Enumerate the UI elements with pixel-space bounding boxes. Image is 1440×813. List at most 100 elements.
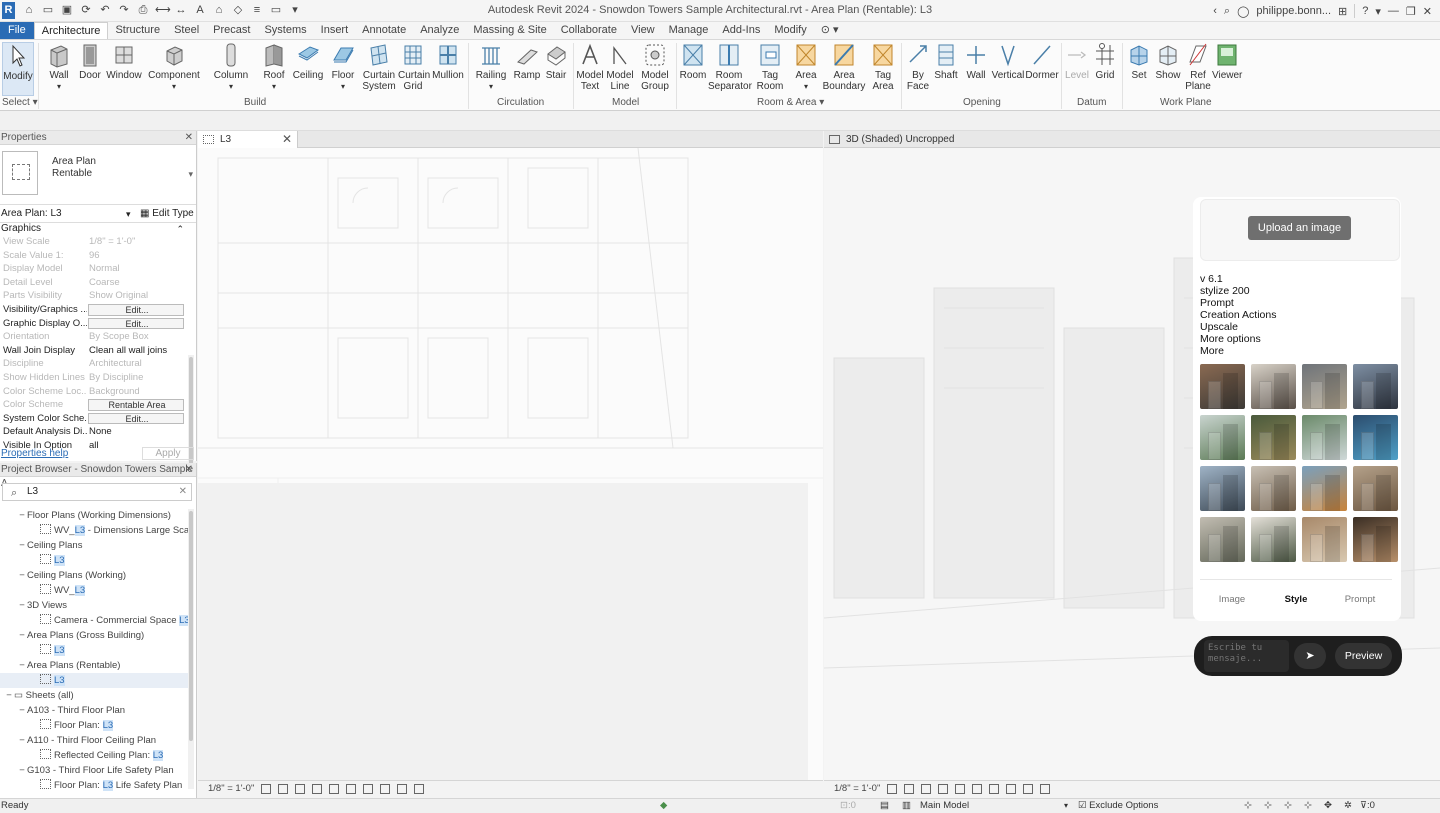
option-item[interactable]: Upscale	[1200, 321, 1276, 333]
view-scale[interactable]: 1/8" = 1'-0"	[834, 781, 880, 798]
collapse-toggle-icon[interactable]: −	[17, 568, 27, 583]
browser-view-item[interactable]: L3	[0, 643, 188, 658]
plan-view-canvas[interactable]	[198, 148, 823, 780]
chevron-down-icon[interactable]: ▾	[1064, 799, 1068, 813]
collapse-toggle-icon[interactable]: −	[17, 628, 27, 643]
tab-3d-shaded[interactable]: 3D (Shaded) Uncropped	[824, 131, 984, 148]
filter-icon[interactable]: ⊽:0	[1360, 799, 1375, 813]
switch-windows-icon[interactable]: ▭	[269, 3, 283, 17]
apply-button[interactable]: Apply	[142, 447, 194, 460]
design-options-icon[interactable]: ▤	[880, 799, 889, 813]
exclude-options-checkbox[interactable]: ☑ Exclude Options	[1078, 799, 1158, 813]
option-item[interactable]: stylize 200	[1200, 285, 1276, 297]
tab-l3[interactable]: L3 ✕	[198, 131, 298, 148]
shadows-icon[interactable]	[312, 784, 323, 794]
ramp-button[interactable]: Ramp	[512, 42, 542, 81]
save-icon[interactable]: ▣	[60, 3, 74, 17]
option-item[interactable]: Creation Actions	[1200, 309, 1276, 321]
property-edit-button[interactable]: Rentable Area	[88, 399, 184, 411]
browser-view-item[interactable]: L3	[0, 553, 188, 568]
collapse-toggle-icon[interactable]: −	[4, 688, 14, 703]
upload-image-button[interactable]: Upload an image	[1248, 216, 1351, 240]
crop-view-icon[interactable]	[329, 784, 340, 794]
close-button[interactable]: ✕	[1423, 5, 1432, 18]
style-thumbnail[interactable]	[1200, 364, 1245, 409]
collapse-toggle-icon[interactable]: −	[17, 733, 27, 748]
property-edit-button[interactable]: Edit...	[88, 412, 184, 425]
browser-search-input[interactable]: ⌕ L3 ✕	[2, 483, 192, 501]
style-thumbnail[interactable]	[1353, 466, 1398, 511]
area-boundary-button[interactable]: Area Boundary	[822, 42, 866, 92]
sun-path-icon[interactable]	[295, 784, 306, 794]
model-group-button[interactable]: Model Group	[638, 42, 672, 92]
dormer-button[interactable]: Dormer	[1024, 42, 1060, 81]
shaft-button[interactable]: Shaft	[932, 42, 960, 81]
option-item[interactable]: v 6.1	[1200, 273, 1276, 285]
browser-group-item[interactable]: − Area Plans (Gross Building)	[0, 628, 188, 643]
properties-help-link[interactable]: Properties help	[1, 447, 68, 461]
temporary-hide-icon[interactable]	[1023, 784, 1034, 794]
option-item[interactable]: More	[1200, 345, 1276, 357]
select-by-face-icon[interactable]: ⊹	[1304, 799, 1312, 813]
graphics-group-header[interactable]: Graphics ⌃	[0, 223, 196, 235]
collapse-toggle-icon[interactable]: −	[17, 598, 27, 613]
set-button[interactable]: Set	[1125, 42, 1153, 81]
view-scale[interactable]: 1/8" = 1'-0"	[208, 781, 254, 798]
room-button[interactable]: Room	[678, 42, 708, 81]
select-pinned-icon[interactable]: ⊹	[1284, 799, 1292, 813]
ribbon-tab-insert[interactable]: Insert	[314, 22, 356, 39]
option-item[interactable]: More options	[1200, 333, 1276, 345]
undo-icon[interactable]: ↶	[98, 3, 112, 17]
show-button[interactable]: Show	[1154, 42, 1182, 81]
wall-button[interactable]: Wall ▾	[44, 42, 74, 92]
chevron-down-icon[interactable]: ▾	[188, 169, 193, 180]
ribbon-tab-massing-site[interactable]: Massing & Site	[466, 22, 553, 39]
ribbon-tab-view[interactable]: View	[624, 22, 662, 39]
modify-button[interactable]: Modify	[2, 42, 34, 96]
ref-plane-button[interactable]: Ref Plane	[1184, 42, 1212, 92]
help-icon[interactable]: ?	[1362, 5, 1368, 17]
edit-type-button[interactable]: ▦ Edit Type	[140, 205, 194, 223]
collapse-toggle-icon[interactable]: −	[17, 538, 27, 553]
browser-scrollbar[interactable]	[188, 509, 194, 789]
property-value[interactable]: Clean all wall joins	[87, 344, 196, 358]
minimize-button[interactable]: —	[1388, 5, 1399, 17]
style-thumbnail[interactable]	[1251, 517, 1296, 562]
user-name[interactable]: philippe.bonn...	[1256, 5, 1331, 17]
browser-view-item[interactable]: L3	[0, 673, 188, 688]
drag-elements-icon[interactable]: ✥	[1324, 799, 1332, 813]
reveal-hidden-icon[interactable]	[397, 784, 408, 794]
help-dropdown-icon[interactable]: ▾	[1375, 5, 1381, 18]
send-button[interactable]: ➤	[1294, 643, 1326, 669]
property-value[interactable]: None	[87, 425, 196, 439]
curtain-system-button[interactable]: Curtain System	[362, 42, 396, 92]
chevron-down-icon[interactable]: ▾	[126, 205, 131, 223]
style-thumbnail[interactable]	[1302, 466, 1347, 511]
ribbon-tab-modify[interactable]: Modify	[767, 22, 813, 39]
style-thumbnail[interactable]	[1302, 415, 1347, 460]
3d-view-icon[interactable]: ⌂	[212, 3, 226, 17]
type-selector[interactable]: Area Plan Rentable ▾	[0, 145, 196, 205]
browser-group-item[interactable]: − Area Plans (Rentable)	[0, 658, 188, 673]
browser-group-item[interactable]: −3D Views	[0, 598, 188, 613]
dimension-icon[interactable]: ↔	[174, 3, 188, 17]
model-text-button[interactable]: Model Text	[575, 42, 605, 92]
user-icon[interactable]: ◯	[1237, 5, 1249, 18]
window-button[interactable]: Window	[106, 42, 142, 81]
measure-icon[interactable]: ⟷	[155, 3, 171, 17]
ribbon-tab-structure[interactable]: Structure	[108, 22, 167, 39]
vertical-button[interactable]: Vertical	[990, 42, 1026, 81]
ribbon-tab-add-ins[interactable]: Add-Ins	[715, 22, 767, 39]
grid-button[interactable]: Grid	[1092, 42, 1118, 81]
plugin-tab-style[interactable]: Style	[1264, 580, 1328, 605]
collapse-toggle-icon[interactable]: −	[17, 508, 27, 523]
browser-view-item[interactable]: Floor Plan: L3	[0, 718, 188, 733]
section-icon[interactable]: ◇	[231, 3, 245, 17]
style-thumbnail[interactable]	[1200, 466, 1245, 511]
thin-lines-icon[interactable]: ≡	[250, 3, 264, 17]
upload-dropzone[interactable]: Upload an image	[1200, 199, 1400, 261]
model-line-button[interactable]: Model Line	[605, 42, 635, 92]
column-button[interactable]: Column ▾	[212, 42, 250, 92]
ribbon-tab-analyze[interactable]: Analyze	[413, 22, 466, 39]
preview-button[interactable]: Preview	[1335, 643, 1392, 669]
